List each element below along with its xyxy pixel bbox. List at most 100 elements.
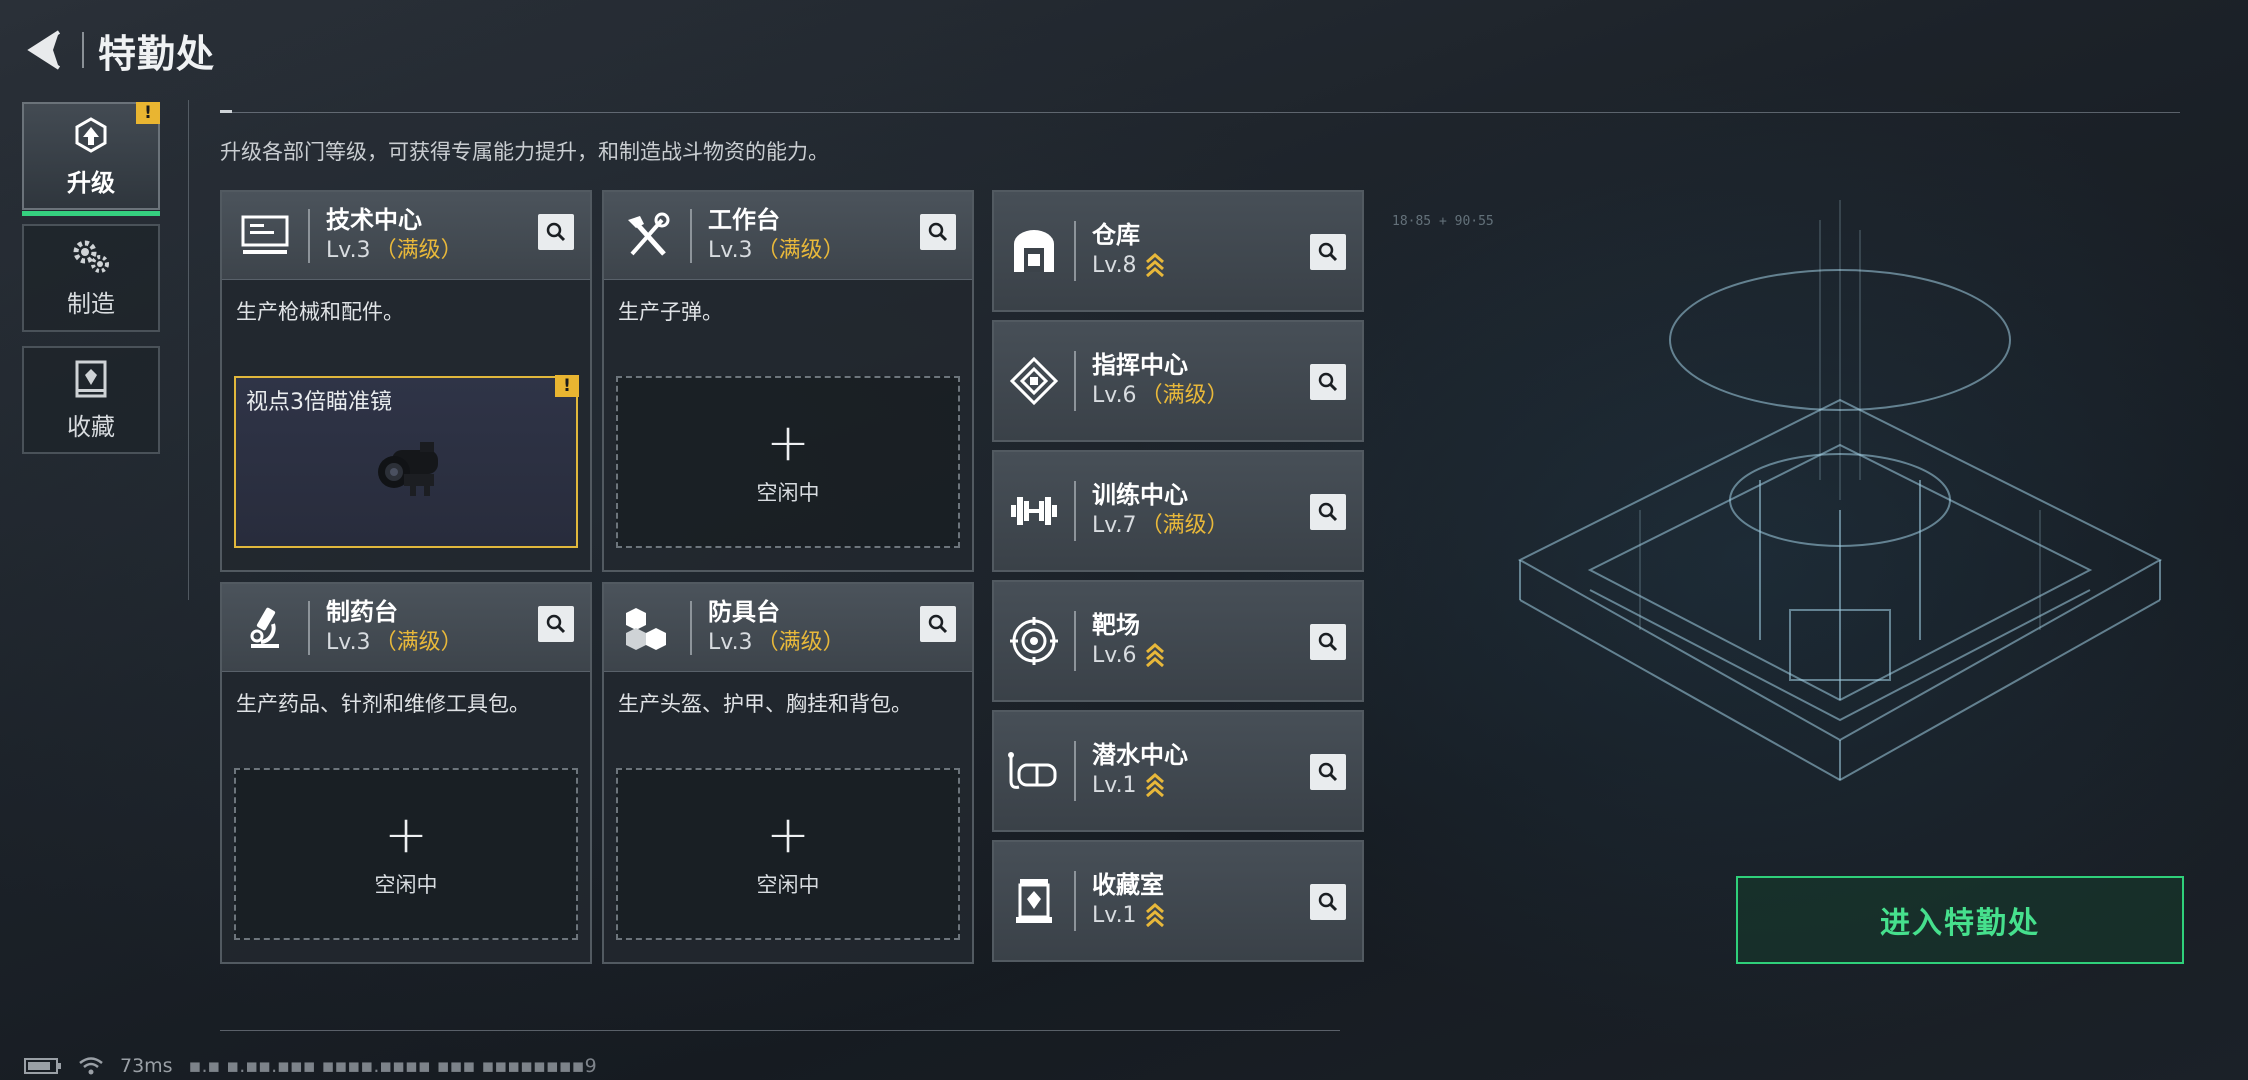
facility-card-collection-room[interactable]: 收藏室 Lv.1: [992, 840, 1364, 962]
wifi-icon: [79, 1057, 103, 1075]
bottom-divider: [220, 1030, 1340, 1031]
collection-icon: [994, 877, 1074, 925]
section-description: 升级各部门等级，可获得专属能力提升，和制造战斗物资的能力。: [220, 140, 829, 164]
level-value: Lv.8: [1092, 253, 1137, 278]
production-slot-empty[interactable]: + 空闲中: [234, 768, 578, 940]
workshop-level: Lv.3 （满级）: [708, 235, 845, 267]
microscope-icon: [222, 604, 308, 652]
facility-name: 收藏室: [1092, 871, 1164, 899]
ping-text: 73ms: [120, 1055, 173, 1077]
facility-card-shooting-range[interactable]: 靶场 Lv.6: [992, 580, 1364, 702]
top-divider-accent: [220, 110, 232, 113]
facility-level: Lv.6 （满级）: [1092, 380, 1229, 412]
inspect-button[interactable]: [1310, 624, 1346, 660]
workshop-card-tech-center: 技术中心 Lv.3 （满级） 生产枪械和配件。 ! 视点3倍瞄准镜: [220, 190, 592, 572]
tab-craft-label: 制造: [67, 289, 115, 318]
workshop-name: 制药台: [326, 597, 398, 626]
facility-name: 靶场: [1092, 611, 1140, 639]
workshop-level: Lv.3 （满级）: [326, 627, 463, 659]
top-bar: 特勤处: [22, 22, 215, 78]
tab-upgrade-label: 升级: [67, 168, 115, 197]
diving-mask-icon: [994, 751, 1074, 791]
alert-badge: !: [555, 375, 579, 397]
enter-special-ops-button[interactable]: 进入特勤处: [1736, 876, 2184, 964]
search-icon: [546, 614, 566, 634]
page-title: 特勤处: [98, 31, 216, 76]
upgrade-available-icon: [1145, 643, 1164, 668]
build-version-text: ▪.▪ ▪.▪▪.▪▪▪ ▪▪▪▪.▪▪▪▪ ▪▪▪ ▪▪▪▪▪▪▪▪9: [188, 1055, 597, 1077]
inspect-button[interactable]: [1310, 754, 1346, 790]
left-divider: [188, 100, 189, 600]
level-value: Lv.7: [1092, 513, 1137, 538]
inspect-button[interactable]: [1310, 234, 1346, 270]
target-icon: [994, 617, 1074, 665]
back-button[interactable]: [22, 22, 68, 78]
level-value: Lv.6: [1092, 383, 1137, 408]
level-value: Lv.1: [1092, 903, 1137, 928]
workshop-description: 生产药品、针剂和维修工具包。: [236, 692, 530, 716]
facility-name: 指挥中心: [1092, 351, 1188, 379]
level-value: Lv.3: [326, 237, 371, 263]
tools-icon: [604, 212, 690, 260]
battery-icon: [24, 1058, 61, 1074]
max-level-tag: （满级）: [1140, 513, 1229, 538]
slot-status: 空闲中: [756, 481, 820, 505]
title-separator: [82, 32, 84, 68]
inspect-button[interactable]: [538, 606, 574, 642]
level-value: Lv.3: [326, 629, 371, 655]
inspect-button[interactable]: [1310, 364, 1346, 400]
inspect-button[interactable]: [538, 214, 574, 250]
production-slot-empty[interactable]: + 空闲中: [616, 768, 960, 940]
inspect-button[interactable]: [920, 214, 956, 250]
tab-upgrade[interactable]: ! 升级: [22, 102, 160, 216]
tab-collection-label: 收藏: [67, 412, 115, 441]
max-level-tag: （满级）: [1140, 383, 1229, 408]
facility-level: Lv.1: [1092, 900, 1165, 932]
facility-card-diving-center[interactable]: 潜水中心 Lv.1: [992, 710, 1364, 832]
search-icon: [1318, 242, 1338, 262]
collection-icon: [75, 360, 107, 397]
max-level-tag: （满级）: [374, 237, 463, 263]
slot-status: 空闲中: [374, 873, 438, 897]
tab-craft[interactable]: 制造: [22, 224, 160, 332]
workshop-description: 生产枪械和配件。: [236, 300, 404, 324]
facility-name: 潜水中心: [1092, 741, 1188, 769]
search-icon: [1318, 372, 1338, 392]
facility-card-warehouse[interactable]: 仓库 Lv.8: [992, 190, 1364, 312]
search-icon: [1318, 892, 1338, 912]
upgrade-available-icon: [1145, 253, 1164, 278]
facility-name: 仓库: [1092, 221, 1140, 249]
card-header: 制药台 Lv.3 （满级）: [222, 584, 590, 672]
workshop-level: Lv.3 （满级）: [326, 235, 463, 267]
workshop-card-workbench: 工作台 Lv.3 （满级） 生产子弹。 + 空闲中: [602, 190, 974, 572]
add-icon: +: [766, 805, 810, 865]
facility-card-training-center[interactable]: 训练中心 Lv.7 （满级）: [992, 450, 1364, 572]
max-level-tag: （满级）: [374, 629, 463, 655]
search-icon: [1318, 502, 1338, 522]
workshop-description: 生产子弹。: [618, 300, 723, 324]
card-header: 技术中心 Lv.3 （满级）: [222, 192, 590, 280]
add-icon: +: [766, 413, 810, 473]
facility-card-command-center[interactable]: 指挥中心 Lv.6 （满级）: [992, 320, 1364, 442]
upgrade-available-icon: [1145, 773, 1164, 798]
gears-icon: [73, 240, 109, 273]
workshop-name: 工作台: [708, 205, 780, 234]
workshop-name: 技术中心: [326, 205, 422, 234]
max-level-tag: （满级）: [756, 629, 845, 655]
warehouse-icon: [994, 228, 1074, 274]
inspect-button[interactable]: [920, 606, 956, 642]
facility-level: Lv.8: [1092, 250, 1165, 282]
tab-collection[interactable]: 收藏: [22, 346, 160, 454]
workshop-name: 防具台: [708, 597, 780, 626]
production-slot-active[interactable]: ! 视点3倍瞄准镜: [234, 375, 579, 548]
workshop-description: 生产头盔、护甲、胸挂和背包。: [618, 692, 912, 716]
card-header: 工作台 Lv.3 （满级）: [604, 192, 972, 280]
facility-level: Lv.1: [1092, 770, 1188, 802]
inspect-button[interactable]: [1310, 494, 1346, 530]
level-value: Lv.3: [708, 629, 753, 655]
inspect-button[interactable]: [1310, 884, 1346, 920]
alert-badge: !: [136, 102, 160, 124]
search-icon: [928, 614, 948, 634]
production-slot-empty[interactable]: + 空闲中: [616, 376, 960, 548]
facility-level: Lv.6: [1092, 640, 1165, 672]
